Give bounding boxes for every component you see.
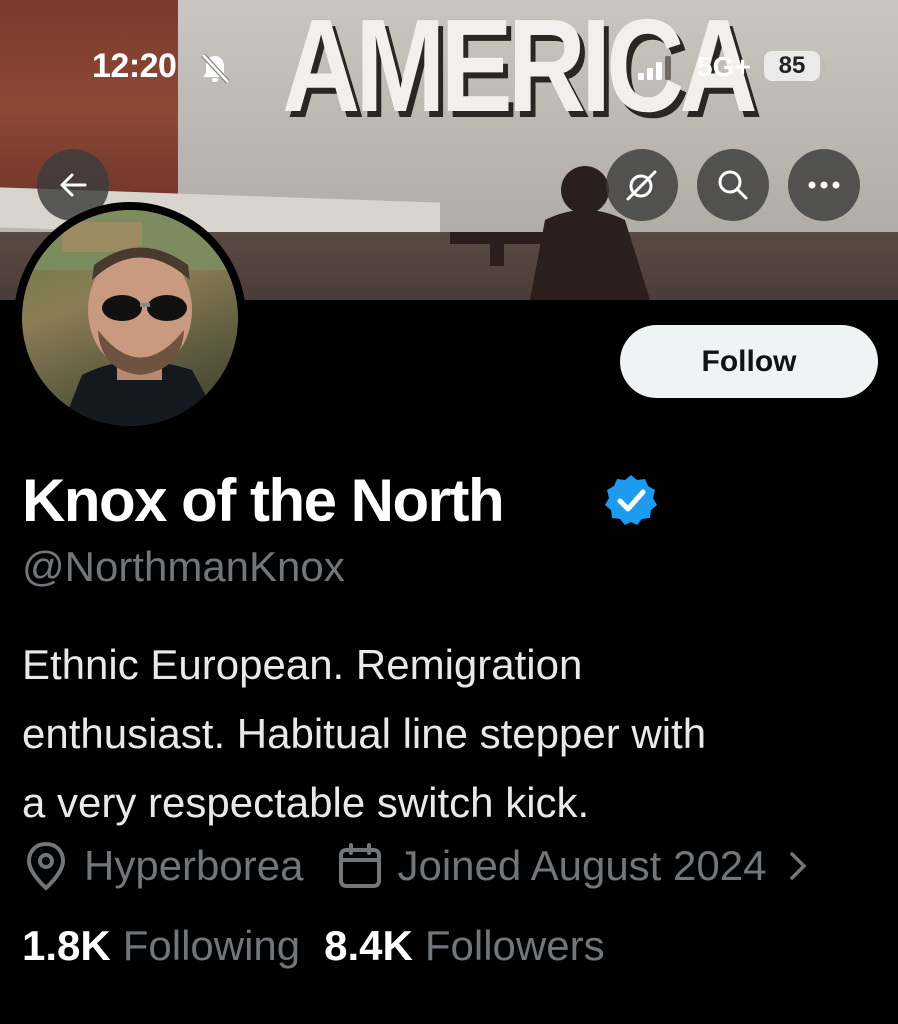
back-arrow-icon bbox=[60, 173, 87, 197]
calendar-icon bbox=[339, 843, 382, 888]
grok-button[interactable] bbox=[606, 149, 678, 221]
bio: Ethnic European. Remigration enthusiast.… bbox=[22, 630, 882, 837]
bio-line: Ethnic European. Remigration bbox=[22, 641, 583, 688]
signal-icon bbox=[638, 56, 671, 80]
join-date-text: Joined August 2024 bbox=[397, 842, 767, 889]
follow-stats: 1.8K Following 8.4K Followers bbox=[22, 922, 605, 970]
location-text: Hyperborea bbox=[84, 842, 304, 889]
battery-level: 85 bbox=[778, 52, 806, 79]
following-link[interactable]: 1.8K Following bbox=[22, 922, 300, 970]
join-date: Joined August 2024 bbox=[337, 842, 766, 890]
display-name: Knox of the North bbox=[22, 467, 505, 534]
following-label: Following bbox=[122, 922, 301, 969]
avatar-photo bbox=[22, 210, 238, 426]
more-icon bbox=[808, 181, 840, 189]
search-button[interactable] bbox=[697, 149, 769, 221]
network-label: 5G+ bbox=[697, 51, 751, 82]
followers-link[interactable]: 8.4K Followers bbox=[324, 922, 604, 970]
chevron-right-icon[interactable] bbox=[788, 848, 808, 884]
avatar-portrait bbox=[22, 210, 238, 426]
battery-indicator: 85 bbox=[764, 51, 820, 81]
search-icon bbox=[718, 170, 748, 200]
followers-count: 8.4K bbox=[324, 922, 413, 969]
bell-slash-icon bbox=[201, 53, 230, 84]
follow-button[interactable]: Follow bbox=[620, 325, 878, 398]
followers-label: Followers bbox=[424, 922, 605, 969]
profile-meta: Hyperborea Joined August 2024 bbox=[22, 838, 898, 894]
location-pin-icon bbox=[26, 841, 66, 891]
status-time: 12:20 bbox=[92, 47, 177, 85]
location: Hyperborea bbox=[22, 840, 303, 892]
battery-cap bbox=[822, 60, 826, 72]
more-button[interactable] bbox=[788, 149, 860, 221]
avatar[interactable] bbox=[14, 202, 246, 434]
grok-icon bbox=[626, 170, 657, 201]
handle: @NorthmanKnox bbox=[22, 543, 345, 590]
bio-line: enthusiast. Habitual line stepper with bbox=[22, 710, 707, 757]
banner-sign-text: AMERICA bbox=[282, 0, 758, 139]
following-count: 1.8K bbox=[22, 922, 111, 969]
bio-line: a very respectable switch kick. bbox=[22, 779, 590, 826]
verified-badge-icon[interactable] bbox=[603, 472, 659, 528]
